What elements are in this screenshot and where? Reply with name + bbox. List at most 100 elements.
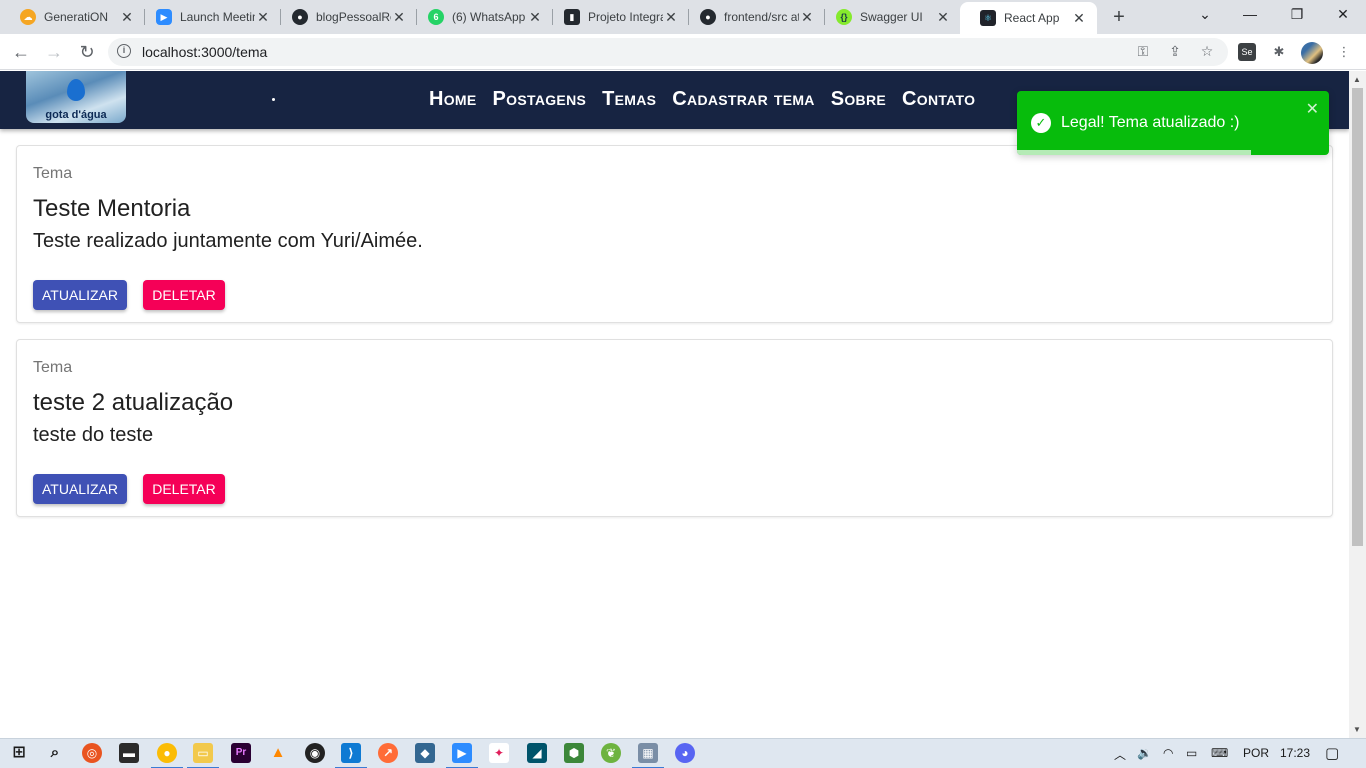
clock[interactable]: 17:23	[1280, 746, 1310, 760]
card-title: teste 2 atualização	[33, 389, 234, 416]
whatsapp-icon: 6	[428, 9, 444, 25]
address-bar[interactable]: i localhost:3000/tema ⚿ ⇪ ☆	[108, 38, 1228, 66]
share-icon[interactable]: ⇪	[1166, 43, 1184, 60]
tema-card: Tema Teste Mentoria Teste realizado junt…	[16, 145, 1333, 323]
card-label: Tema	[33, 165, 73, 182]
postgres-icon[interactable]: ◆	[415, 743, 435, 763]
browser-tabstrip: ☁ GeneratiON ✕ ▶ Launch Meeting ✕ ● blog…	[0, 0, 1366, 34]
search-icon[interactable]: ⌕	[45, 743, 65, 763]
slack-icon[interactable]: ✦	[489, 743, 509, 763]
keyboard-icon[interactable]: ⌨	[1211, 746, 1228, 760]
nav-sobre[interactable]: Sobre	[831, 88, 886, 111]
nav-contato[interactable]: Contato	[902, 88, 975, 111]
windows-start-icon[interactable]: ⊞	[9, 743, 29, 763]
card-label: Tema	[33, 359, 73, 376]
language-indicator[interactable]: POR	[1243, 746, 1269, 760]
browser-tab-projeto[interactable]: ▮ Projeto Integrador ✕	[544, 0, 689, 34]
browser-tab-zoom[interactable]: ▶ Launch Meeting ✕	[136, 0, 281, 34]
selenium-extension-icon[interactable]: Se	[1238, 43, 1256, 61]
new-tab-button[interactable]: +	[1108, 6, 1130, 29]
github-icon: ●	[292, 9, 308, 25]
browser-tab-github-frontend[interactable]: ● frontend/src at main ✕	[680, 0, 825, 34]
browser-toolbar: ← → ↻ i localhost:3000/tema ⚿ ⇪ ☆ Se ✱ ⋮	[0, 34, 1366, 70]
notification-center-icon[interactable]: ▢	[1325, 744, 1339, 762]
card-description: Teste realizado juntamente com Yuri/Aimé…	[33, 230, 423, 252]
menu-kebab-icon[interactable]: ⋮	[1335, 43, 1353, 61]
terminal-icon[interactable]: ▬	[119, 743, 139, 763]
back-icon[interactable]: ←	[10, 41, 32, 63]
browser-tab-generation[interactable]: ☁ GeneratiON ✕	[0, 0, 145, 34]
chrome-icon[interactable]: ●	[151, 743, 183, 768]
scroll-down-arrow-icon[interactable]: ▼	[1353, 725, 1361, 734]
cloud-icon: ☁	[20, 9, 36, 25]
photos-icon[interactable]: ▦	[632, 743, 664, 768]
wifi-icon[interactable]: ◠	[1163, 746, 1173, 760]
close-tab-icon[interactable]: ✕	[799, 9, 815, 26]
close-window-button[interactable]: ✕	[1333, 6, 1353, 23]
minimize-button[interactable]: —	[1240, 6, 1260, 22]
windows-taskbar: ⊞ ⌕ ◎ ▬ ● ▭ Pr ▲ ◉ ⟩ ↗ ◆ ▶ ✦ ◢ ⬢ ❦ ▦ ◕ ︿…	[0, 738, 1366, 768]
nodejs-icon[interactable]: ⬢	[564, 743, 584, 763]
restore-button[interactable]: ❐	[1287, 6, 1307, 23]
tab-title: Swagger UI	[860, 10, 923, 24]
browser-tab-react-app[interactable]: ⚛ React App ✕	[960, 2, 1097, 34]
close-tab-icon[interactable]: ✕	[663, 9, 679, 26]
nav-links: Home Postagens Temas Cadastrar tema Sobr…	[421, 88, 983, 111]
logo-text: gota d'água	[45, 109, 107, 121]
separator-dot	[272, 98, 275, 101]
close-tab-icon[interactable]: ✕	[1071, 10, 1087, 27]
spring-tool-suite-icon[interactable]: ❦	[601, 743, 621, 763]
extensions-puzzle-icon[interactable]: ✱	[1270, 43, 1288, 61]
nav-home[interactable]: Home	[429, 88, 477, 111]
scroll-up-arrow-icon[interactable]: ▲	[1353, 75, 1361, 84]
zoom-icon[interactable]: ▶	[446, 743, 478, 768]
delete-button[interactable]: Deletar	[143, 474, 225, 504]
page-scrollbar[interactable]: ▲ ▼	[1349, 71, 1366, 738]
vlc-icon[interactable]: ▲	[268, 743, 288, 763]
file-explorer-icon[interactable]: ▭	[187, 743, 219, 768]
discord-icon[interactable]: ◕	[675, 743, 695, 763]
close-tab-icon[interactable]: ✕	[935, 9, 951, 26]
battery-icon[interactable]: ▭	[1186, 746, 1197, 760]
forward-icon[interactable]: →	[43, 41, 65, 63]
close-tab-icon[interactable]: ✕	[527, 9, 543, 26]
volume-icon[interactable]: 🔉	[1137, 746, 1152, 760]
logo[interactable]: gota d'água	[26, 71, 126, 123]
close-tab-icon[interactable]: ✕	[255, 9, 271, 26]
success-toast[interactable]: ✓ Legal! Tema atualizado :) ✕	[1017, 91, 1329, 155]
nav-cadastrar-tema[interactable]: Cadastrar tema	[672, 88, 814, 111]
show-hidden-icons-chevron[interactable]: ︿	[1114, 746, 1126, 763]
update-button[interactable]: Atualizar	[33, 280, 127, 310]
browser-tab-github-blog[interactable]: ● blogPessoalReact ✕	[272, 0, 417, 34]
tab-title: Launch Meeting	[180, 10, 255, 24]
browser-tab-whatsapp[interactable]: 6 (6) WhatsApp ✕	[408, 0, 553, 34]
premiere-icon[interactable]: Pr	[231, 743, 251, 763]
nav-temas[interactable]: Temas	[602, 88, 656, 111]
delete-button[interactable]: Deletar	[143, 280, 225, 310]
bookmark-star-icon[interactable]: ☆	[1198, 43, 1216, 60]
url-text: localhost:3000/tema	[142, 44, 268, 60]
close-tab-icon[interactable]: ✕	[391, 9, 407, 26]
mysql-workbench-icon[interactable]: ◢	[527, 743, 547, 763]
tab-search-icon[interactable]: ⌄	[1195, 6, 1215, 23]
tab-title: Projeto Integrador	[588, 10, 663, 24]
nav-postagens[interactable]: Postagens	[493, 88, 587, 111]
reload-icon[interactable]: ↻	[76, 41, 98, 63]
water-drop-icon	[67, 79, 85, 101]
ubuntu-icon[interactable]: ◎	[82, 743, 102, 763]
swagger-icon: {}	[836, 9, 852, 25]
tab-title: GeneratiON	[44, 10, 109, 24]
key-icon[interactable]: ⚿	[1134, 43, 1152, 60]
zoom-icon: ▶	[156, 9, 172, 25]
postman-icon[interactable]: ↗	[378, 743, 398, 763]
close-toast-icon[interactable]: ✕	[1306, 99, 1319, 119]
browser-tab-swagger[interactable]: {} Swagger UI ✕	[816, 0, 961, 34]
profile-avatar[interactable]	[1301, 42, 1323, 64]
close-tab-icon[interactable]: ✕	[119, 9, 135, 26]
obs-icon[interactable]: ◉	[305, 743, 325, 763]
tab-title: React App	[1004, 11, 1060, 25]
scrollbar-thumb[interactable]	[1352, 88, 1363, 546]
update-button[interactable]: Atualizar	[33, 474, 127, 504]
site-info-icon[interactable]: i	[117, 44, 131, 58]
vscode-icon[interactable]: ⟩	[335, 743, 367, 768]
